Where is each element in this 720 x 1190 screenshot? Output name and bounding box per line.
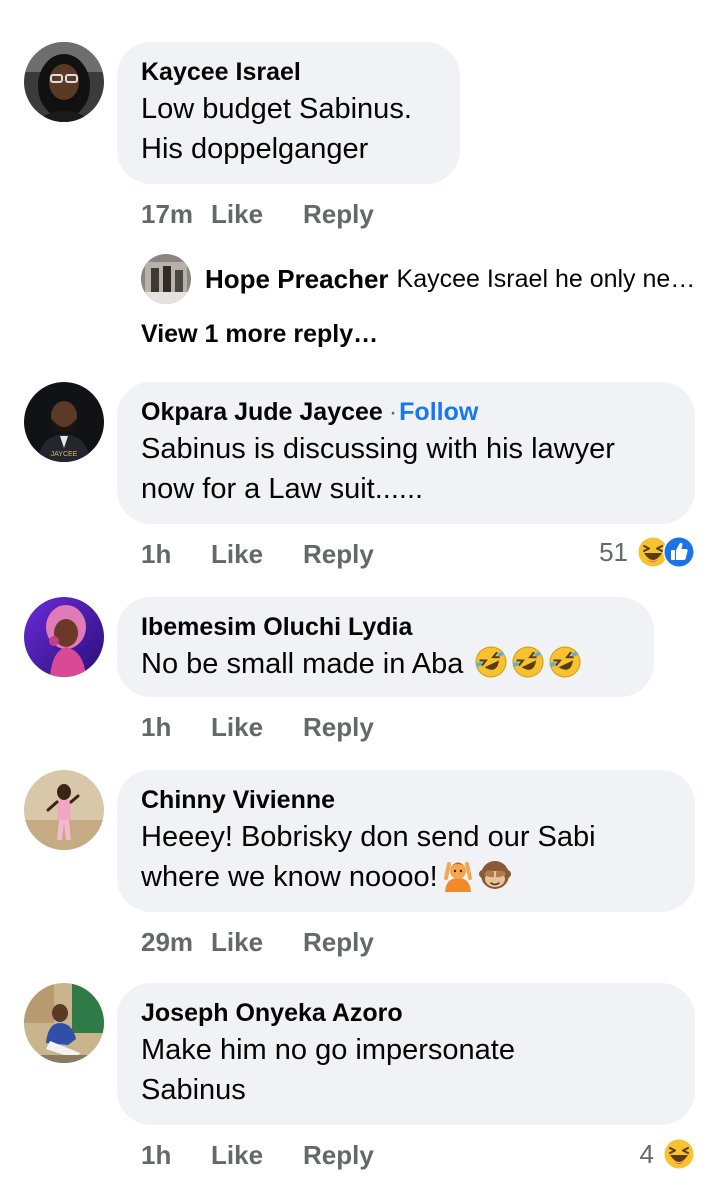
like-button[interactable]: Like	[211, 927, 303, 958]
comment-author-line: Okpara Jude Jaycee ·Follow	[141, 397, 671, 427]
rolling-laughing-emoji	[474, 645, 508, 679]
avatar-hope-preacher[interactable]	[141, 254, 191, 304]
avatar-ibemesim-oluchi-lydia[interactable]	[24, 597, 104, 677]
comment-bubble: Chinny Vivienne Heeey! Bobrisky don send…	[117, 770, 695, 912]
comment-text: Sabinus is discussing with his lawyer no…	[141, 433, 615, 505]
comment-time[interactable]: 1h	[141, 1140, 211, 1171]
haha-icon	[662, 1137, 696, 1171]
rolling-laughing-emoji	[548, 645, 582, 679]
reply-preview[interactable]: Hope Preacher Kaycee Israel he only ne…	[141, 254, 695, 304]
see-no-evil-monkey-emoji	[478, 858, 512, 892]
comment-bubble: Okpara Jude Jaycee ·Follow Sabinus is dis…	[117, 382, 695, 524]
comment-author[interactable]: Ibemesim Oluchi Lydia	[141, 612, 630, 642]
reply-author[interactable]: Hope Preacher	[205, 264, 389, 295]
like-button[interactable]: Like	[211, 539, 303, 570]
comment-actions: 29m Like Reply	[141, 924, 374, 960]
avatar-joseph-onyeka-azoro[interactable]	[24, 983, 104, 1063]
reaction-summary[interactable]: 51	[599, 532, 696, 572]
comment-bubble: Kaycee Israel Low budget Sabinus. His do…	[117, 42, 460, 184]
reaction-count: 51	[599, 536, 628, 567]
comment-author[interactable]: Kaycee Israel	[141, 57, 436, 87]
reply-button[interactable]: Reply	[303, 1140, 374, 1171]
comment-time[interactable]: 1h	[141, 712, 211, 743]
like-button[interactable]: Like	[211, 199, 303, 230]
separator-dot: ·	[388, 398, 398, 426]
reaction-count: 4	[639, 1138, 654, 1169]
reaction-summary[interactable]: 4	[640, 1134, 696, 1174]
comment-text: No be small made in Aba	[141, 644, 630, 684]
comment-author[interactable]: Okpara Jude Jaycee	[141, 398, 383, 426]
follow-button[interactable]: Follow	[399, 398, 478, 426]
like-icon	[662, 535, 696, 569]
avatar-kaycee-israel[interactable]	[24, 42, 104, 122]
comment-time[interactable]: 1h	[141, 539, 211, 570]
avatar-caption: JAYCEE	[51, 451, 78, 458]
like-button[interactable]: Like	[211, 1140, 303, 1171]
comment-bubble: Joseph Onyeka Azoro Make him no go imper…	[117, 983, 695, 1125]
avatar-okpara-jude-jaycee[interactable]: JAYCEE	[24, 382, 104, 462]
comment-time[interactable]: 29m	[141, 927, 211, 958]
comment-bubble: Ibemesim Oluchi Lydia No be small made i…	[117, 597, 654, 697]
comment-text: Low budget Sabinus. His doppelganger	[141, 93, 412, 165]
comment-author[interactable]: Chinny Vivienne	[141, 785, 671, 815]
comment-actions: 1h Like Reply	[141, 1137, 374, 1173]
reply-button[interactable]: Reply	[303, 927, 374, 958]
reply-button[interactable]: Reply	[303, 199, 374, 230]
reply-button[interactable]: Reply	[303, 539, 374, 570]
comment-actions: 17m Like Reply	[141, 196, 374, 232]
view-more-replies-link[interactable]: View 1 more reply…	[141, 320, 378, 349]
rolling-laughing-emoji	[511, 645, 545, 679]
reply-button[interactable]: Reply	[303, 712, 374, 743]
avatar-chinny-vivienne[interactable]	[24, 770, 104, 850]
comment-text: Make him no go impersonate Sabinus	[141, 1034, 515, 1106]
reply-snippet: Kaycee Israel he only ne…	[396, 264, 696, 293]
comment-text: Heeey! Bobrisky don send our Sabi where …	[141, 821, 596, 893]
comment-time[interactable]: 17m	[141, 199, 211, 230]
person-raising-hands-emoji	[441, 858, 475, 892]
comment-actions: 1h Like Reply	[141, 536, 374, 572]
comment-actions: 1h Like Reply	[141, 709, 374, 745]
like-button[interactable]: Like	[211, 712, 303, 743]
comment-author[interactable]: Joseph Onyeka Azoro	[141, 998, 671, 1028]
